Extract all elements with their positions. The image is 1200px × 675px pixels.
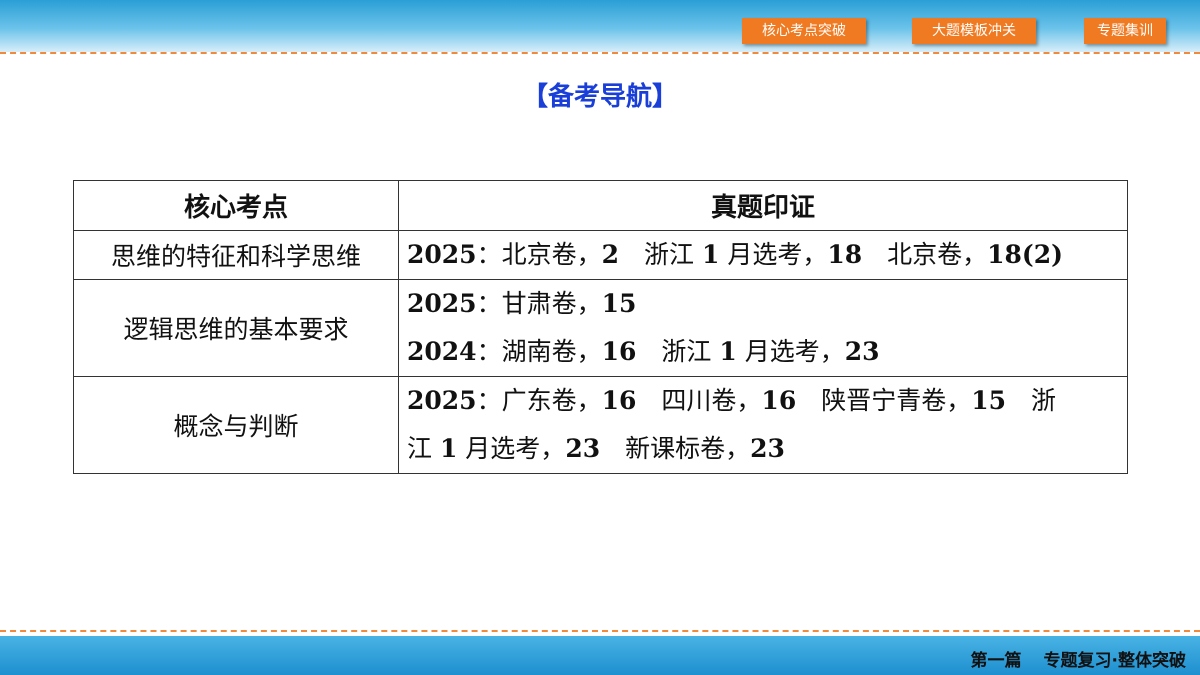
citation-number: 18(2) [987, 240, 1063, 269]
topic-cell: 逻辑思维的基本要求 [73, 279, 399, 377]
column-header-exam-evidence: 真题印证 [398, 180, 1128, 231]
citation-text: 四川卷， [636, 386, 762, 415]
table-row: 思维的特征和科学思维 2025：北京卷，2 浙江 1 月选考，18 北京卷，18… [73, 230, 1128, 280]
citation-number: 18 [827, 240, 863, 269]
citation-number: 1 [719, 337, 737, 366]
citation-number: 2 [601, 240, 620, 269]
column-header-core-points: 核心考点 [73, 180, 399, 231]
page-title: 【备考导航】 [521, 82, 678, 112]
nav-button-core-points[interactable]: 核心考点突破 [742, 18, 866, 44]
header-divider [0, 52, 1200, 54]
citation-text: 陕晋宁青卷， [796, 386, 972, 415]
citation-text: 浙江 [619, 240, 702, 269]
citation-text: ：甘肃卷， [476, 289, 602, 318]
citation-text: 月选考， [719, 240, 828, 269]
evidence-line: 2025：广东卷，16 四川卷，16 陕晋宁青卷，15 浙 [407, 377, 1121, 425]
citation-number: 2024 [407, 337, 477, 366]
citation-number: 2025 [407, 240, 477, 269]
evidence-line: 2025：北京卷，2 浙江 1 月选考，18 北京卷，18(2) [407, 231, 1121, 279]
evidence-line: 2024：湖南卷，16 浙江 1 月选考，23 [407, 328, 1121, 376]
citation-text: 新课标卷， [600, 434, 751, 463]
exam-guide-table: 核心考点 真题印证 思维的特征和科学思维 2025：北京卷，2 浙江 1 月选考… [73, 180, 1128, 474]
citation-text: 浙 [1006, 386, 1057, 415]
citation-text: 月选考， [736, 337, 845, 366]
citation-number: 16 [601, 386, 637, 415]
citation-number: 16 [601, 337, 637, 366]
citation-number: 15 [601, 289, 637, 318]
evidence-cell: 2025：广东卷，16 四川卷，16 陕晋宁青卷，15 浙 江 1 月选考，23… [398, 376, 1128, 474]
citation-number: 23 [565, 434, 601, 463]
footer-part: 第一篇 [970, 651, 1022, 671]
table-row: 概念与判断 2025：广东卷，16 四川卷，16 陕晋宁青卷，15 浙 江 1 … [73, 376, 1128, 474]
citation-number: 1 [439, 434, 458, 463]
citation-number: 16 [761, 386, 797, 415]
citation-text: ：广东卷， [476, 386, 602, 415]
footer-label: 第一篇 专题复习·整体突破 [971, 646, 1186, 671]
table-row: 逻辑思维的基本要求 2025：甘肃卷，15 2024：湖南卷，16 浙江 1 月… [73, 279, 1128, 377]
table-header-row: 核心考点 真题印证 [73, 180, 1128, 231]
citation-text: 浙江 [636, 337, 720, 366]
footer-section: 专题复习·整体突破 [1043, 651, 1186, 671]
citation-number: 23 [750, 434, 785, 463]
evidence-line: 江 1 月选考，23 新课标卷，23 [407, 425, 1121, 473]
citation-text: 北京卷， [862, 240, 988, 269]
topic-cell: 思维的特征和科学思维 [73, 230, 399, 280]
citation-number: 2025 [407, 289, 477, 318]
nav-button-question-templates[interactable]: 大题模板冲关 [912, 18, 1036, 44]
citation-number: 1 [701, 240, 720, 269]
citation-number: 15 [971, 386, 1007, 415]
nav-button-topic-training[interactable]: 专题集训 [1084, 18, 1166, 44]
footer-divider [0, 630, 1200, 632]
evidence-cell: 2025：北京卷，2 浙江 1 月选考，18 北京卷，18(2) [398, 230, 1128, 280]
citation-text: ：湖南卷， [476, 337, 602, 366]
topic-cell: 概念与判断 [73, 376, 399, 474]
citation-number: 2025 [407, 386, 477, 415]
citation-text: 江 [407, 434, 440, 463]
evidence-cell: 2025：甘肃卷，15 2024：湖南卷，16 浙江 1 月选考，23 [398, 279, 1128, 377]
citation-number: 23 [844, 337, 880, 366]
citation-text: ：北京卷， [476, 240, 602, 269]
citation-text: 月选考， [457, 434, 566, 463]
evidence-line: 2025：甘肃卷，15 [407, 280, 1121, 328]
